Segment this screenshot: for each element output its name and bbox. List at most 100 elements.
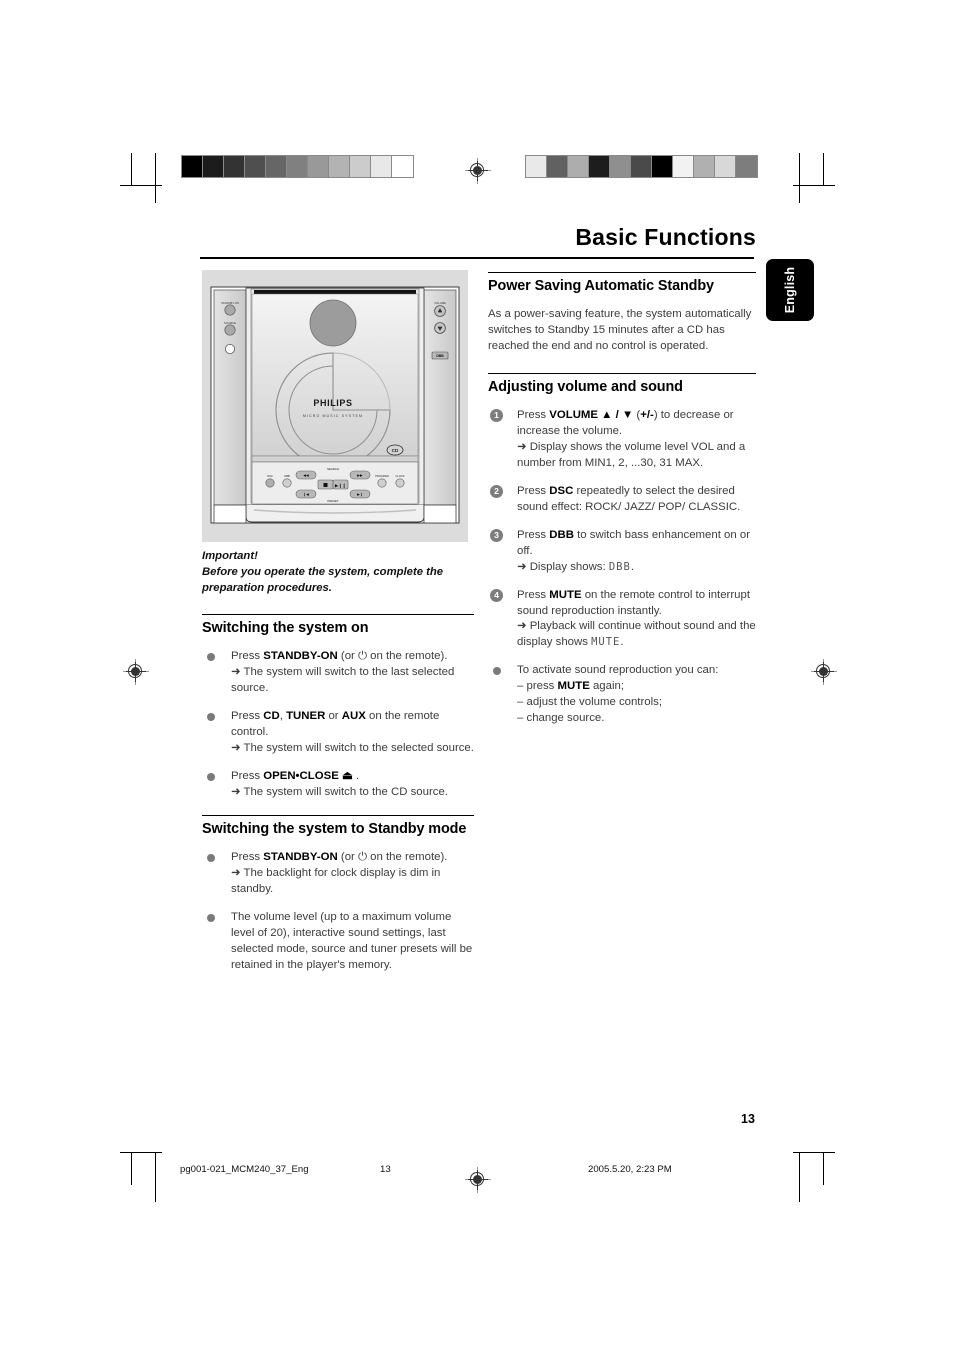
gray-swatch: [694, 156, 715, 177]
text-line: To activate sound reproduction you can:: [517, 663, 756, 679]
gray-swatch: [526, 156, 547, 177]
text-line: ➜ The backlight for clock display is dim…: [231, 866, 474, 898]
text-run: (or ⏻ on the remote).: [337, 850, 448, 863]
text-run: Press: [517, 484, 550, 497]
chapter-title: Basic Functions: [575, 224, 756, 250]
gray-swatch: [308, 156, 329, 177]
text-line: – adjust the volume controls;: [517, 695, 756, 711]
product-illustration: PHILIPS MICRO MUSIC SYSTEM CD COMPACT DI…: [202, 270, 468, 542]
left-column: Important! Before you operate the system…: [202, 548, 474, 986]
gray-swatch: [610, 156, 631, 177]
section: Switching the system to Standby mode Pres…: [202, 814, 474, 974]
bullet-icon: [207, 653, 215, 662]
numbered-step: 4 Press MUTE on the remote control to int…: [488, 588, 756, 652]
gray-swatch: [392, 156, 413, 177]
registration-mark-bottom: [465, 1167, 491, 1193]
section-heading: Switching the system to Standby mode: [202, 821, 467, 838]
svg-text:DBB: DBB: [284, 474, 290, 478]
bullet-item: Press CD, TUNER or AUX on the remote con…: [202, 709, 474, 757]
section-heading: Switching the system on: [202, 620, 369, 637]
text-line: Press CD, TUNER or AUX on the remote con…: [231, 709, 474, 741]
text-line: ➜ The system will switch to the selected…: [231, 741, 474, 757]
text-run: ➜ The system will switch to the CD sourc…: [231, 785, 448, 798]
text-run: ➜ The system will switch to the selected…: [231, 741, 474, 754]
left-sections: Switching the system on Press STANDBY-ON …: [202, 614, 474, 973]
gray-swatch: [329, 156, 350, 177]
gray-calibration-strip-left: [181, 155, 414, 178]
svg-text:▶❙: ▶❙: [357, 492, 363, 497]
step-number-icon: 4: [490, 588, 503, 602]
text-line: Press STANDBY-ON (or ⏻ on the remote).: [231, 649, 474, 665]
control-name: DBB: [549, 528, 574, 541]
text-run: To activate sound reproduction you can:: [517, 664, 719, 677]
text-run: ➜ Display shows:: [517, 560, 609, 573]
control-name: MUTE: [557, 680, 590, 693]
text-run: .: [352, 769, 360, 782]
text-run: Press: [517, 588, 550, 601]
title-divider: [200, 257, 754, 259]
svg-text:PROGRAM: PROGRAM: [375, 474, 388, 478]
gray-swatch: [266, 156, 287, 177]
gray-swatch: [224, 156, 245, 177]
gray-swatch: [589, 156, 610, 177]
manual-page: Basic Functions English PHILIPS MICRO MU…: [0, 0, 954, 1351]
text-line: ➜ The system will switch to the CD sourc…: [231, 785, 474, 801]
text-run: .: [620, 636, 624, 649]
section-divider: [488, 372, 756, 375]
svg-text:CLOCK: CLOCK: [396, 474, 405, 478]
text-run: .: [630, 560, 634, 573]
text-run: or: [325, 709, 342, 722]
text-line: ➜ Playback will continue without sound a…: [517, 619, 756, 651]
section-heading: Power Saving Automatic Standby: [488, 278, 714, 295]
text-line: Press OPEN•CLOSE ⏏ .: [231, 769, 474, 785]
important-heading: Important!: [202, 550, 258, 562]
text-run: again;: [589, 680, 625, 693]
right-column: Power Saving Automatic Standby As a power…: [488, 268, 756, 739]
gray-swatch: [547, 156, 568, 177]
text-run: ➜ The backlight for clock display is dim…: [231, 866, 441, 895]
text-run: – press: [517, 680, 558, 693]
step-number-icon: 1: [490, 408, 503, 422]
gray-swatch: [715, 156, 736, 177]
registration-mark-top: [465, 158, 491, 184]
bullet-item: Press OPEN•CLOSE ⏏ . ➜ The system will sw…: [202, 769, 474, 801]
svg-text:DBB: DBB: [436, 354, 444, 358]
text-run: Press: [517, 528, 550, 541]
svg-text:PRESET: PRESET: [327, 499, 338, 503]
control-name: MUTE: [549, 588, 582, 601]
gray-swatch: [652, 156, 673, 177]
text-run: The volume level (up to a maximum volume…: [231, 910, 473, 971]
registration-mark-left: [123, 659, 149, 685]
section-divider: [202, 814, 474, 817]
text-line: Press MUTE on the remote control to inte…: [517, 588, 756, 620]
bullet-icon: [493, 667, 501, 676]
bullet-item: To activate sound reproduction you can: –…: [488, 663, 756, 727]
control-name: TUNER: [286, 709, 326, 722]
text-run: Press: [231, 709, 264, 722]
section-heading: Adjusting volume and sound: [488, 379, 683, 396]
text-run: Press: [517, 408, 550, 421]
svg-text:VOLUME: VOLUME: [434, 301, 446, 305]
text-run: – adjust the volume controls;: [517, 696, 662, 709]
text-run: Press: [231, 850, 264, 863]
step-number-icon: 3: [490, 528, 503, 542]
section: Power Saving Automatic Standby As a power…: [488, 272, 756, 355]
bullet-icon: [207, 712, 215, 721]
important-note: Important! Before you operate the system…: [202, 548, 474, 596]
registration-mark-right: [811, 659, 837, 685]
control-name: OPEN•CLOSE ⏏: [263, 769, 353, 782]
gray-swatch: [371, 156, 392, 177]
svg-text:SEARCH: SEARCH: [327, 467, 339, 471]
section: Switching the system on Press STANDBY-ON …: [202, 614, 474, 801]
gray-swatch: [350, 156, 371, 177]
text-line: – change source.: [517, 711, 756, 727]
gray-swatch: [287, 156, 308, 177]
svg-text:DSC: DSC: [267, 474, 273, 478]
svg-text:CD: CD: [392, 448, 399, 453]
svg-text:SOURCE: SOURCE: [224, 321, 236, 325]
section-divider: [488, 272, 756, 274]
control-name: STANDBY-ON: [263, 850, 338, 863]
important-body: Before you operate the system, complete …: [202, 566, 444, 595]
numbered-step: 3 Press DBB to switch bass enhancement on…: [488, 528, 756, 576]
display-readout: DBB: [608, 560, 631, 573]
